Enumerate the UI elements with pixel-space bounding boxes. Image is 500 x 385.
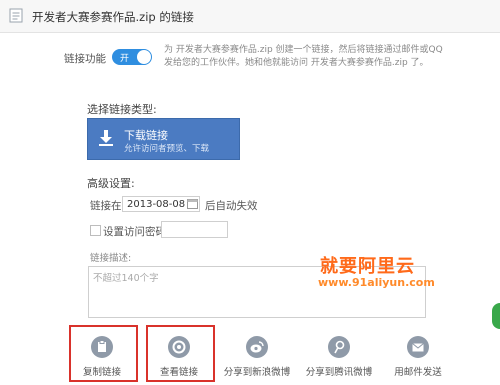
download-link-option[interactable]: 下载链接 允许访问者预览、下载 — [87, 118, 240, 160]
download-link-subtitle: 允许访问者预览、下载 — [124, 144, 210, 154]
link-dialog: 开发者大赛参赛作品.zip 的链接 链接功能 开 为 开发者大赛参赛作品.zip… — [0, 0, 500, 385]
expire-prefix: 链接在 — [90, 200, 122, 212]
share-sina-label: 分享到新浪微博 — [223, 367, 291, 378]
dialog-title: 开发者大赛参赛作品.zip 的链接 — [32, 10, 194, 24]
download-icon — [99, 130, 113, 146]
send-mail-label: 用邮件发送 — [394, 367, 442, 378]
title-bar: 开发者大赛参赛作品.zip 的链接 — [0, 0, 500, 33]
password-field[interactable] — [161, 221, 228, 238]
description-label: 链接描述: — [90, 253, 132, 264]
copy-link-button[interactable]: 复制链接 — [67, 336, 137, 378]
weibo-icon — [246, 336, 268, 358]
expire-suffix: 后自动失效 — [205, 200, 258, 212]
link-description-text: 为 开发者大赛参赛作品.zip 创建一个链接，然后将链接通过邮件或QQ发给您的工… — [164, 45, 443, 68]
view-link-button[interactable]: 查看链接 — [144, 336, 214, 378]
share-sina-weibo-button[interactable]: 分享到新浪微博 — [222, 336, 292, 378]
clipboard-icon — [91, 336, 113, 358]
link-toggle-label: 链接功能 — [64, 53, 106, 65]
view-link-label: 查看链接 — [159, 367, 198, 378]
copy-link-label: 复制链接 — [82, 367, 121, 378]
calendar-icon[interactable] — [187, 198, 198, 209]
mail-icon — [407, 336, 429, 358]
feedback-side-tab[interactable] — [492, 303, 500, 329]
download-link-title: 下载链接 — [124, 129, 168, 142]
share-tencent-weibo-button[interactable]: 分享到腾讯微博 — [304, 336, 374, 378]
tencent-weibo-icon — [328, 336, 350, 358]
password-checkbox[interactable] — [90, 225, 101, 236]
document-icon — [9, 8, 23, 23]
password-label: 设置访问密码 — [103, 226, 166, 238]
link-type-heading: 选择链接类型: — [87, 103, 157, 116]
view-link-icon — [168, 336, 190, 358]
watermark-text: 就要阿里云 — [320, 256, 415, 277]
toggle-state-text: 开 — [120, 54, 130, 64]
toggle-knob — [137, 50, 151, 64]
link-toggle[interactable]: 开 — [112, 49, 152, 65]
send-mail-button[interactable]: 用邮件发送 — [383, 336, 453, 378]
watermark-url: www.91aliyun.com — [318, 276, 435, 289]
share-tencent-label: 分享到腾讯微博 — [305, 367, 373, 378]
advanced-heading: 高级设置: — [87, 177, 135, 190]
